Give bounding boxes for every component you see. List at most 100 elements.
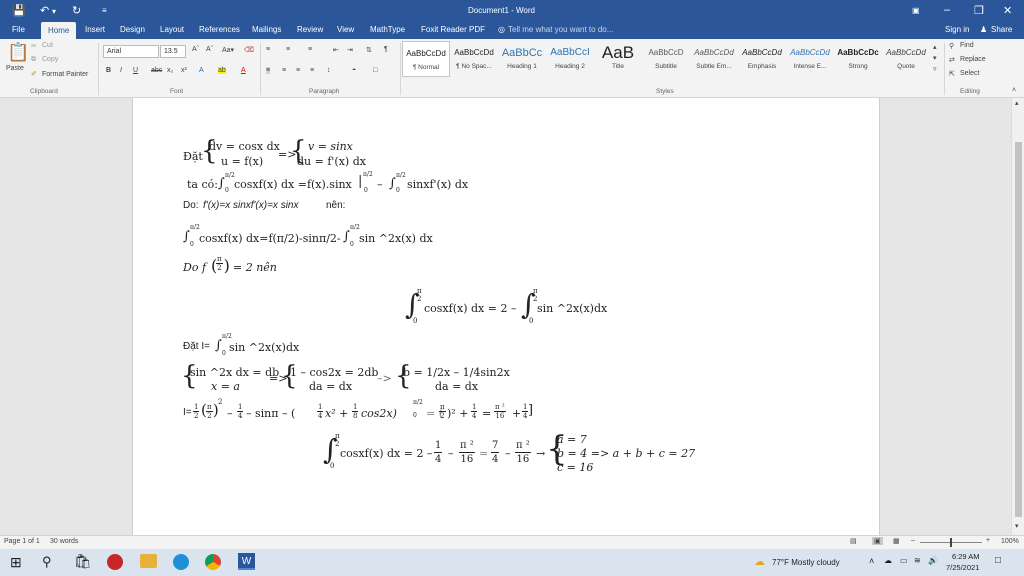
- style-quote[interactable]: AaBbCcDd Quote: [882, 41, 930, 77]
- undo-icon[interactable]: ↶: [40, 4, 49, 17]
- notification-icon[interactable]: □: [995, 555, 1001, 566]
- styles-scroll-down-icon[interactable]: ▾: [933, 54, 937, 62]
- undo-dropdown-icon[interactable]: ▾: [52, 7, 56, 16]
- select-button[interactable]: Select: [960, 70, 979, 77]
- collapse-ribbon-icon[interactable]: ˄: [1012, 87, 1016, 94]
- grow-font-icon[interactable]: Aˆ: [192, 46, 199, 53]
- style-subtle-emphasis[interactable]: AaBbCcDd Subtle Em...: [690, 41, 738, 77]
- share-button[interactable]: Share: [991, 25, 1012, 34]
- read-mode-icon[interactable]: ▤: [850, 537, 857, 545]
- tab-file[interactable]: File: [12, 25, 25, 34]
- borders-icon[interactable]: □: [373, 67, 377, 74]
- style-normal[interactable]: AaBbCcDd ¶ Normal: [402, 41, 450, 77]
- format-painter-button[interactable]: Format Painter: [42, 71, 88, 78]
- scroll-down-icon[interactable]: ▾: [1015, 522, 1019, 530]
- select-icon[interactable]: ⇱: [949, 70, 955, 78]
- find-icon[interactable]: ⚲: [949, 42, 954, 50]
- align-center-icon[interactable]: ≡: [282, 67, 286, 74]
- customize-quick-access-icon[interactable]: ≡: [102, 6, 107, 15]
- zoom-slider-thumb[interactable]: [950, 538, 952, 547]
- change-case-icon[interactable]: Aa▾: [222, 46, 234, 54]
- bullets-icon[interactable]: ≡: [266, 46, 270, 53]
- style-emphasis[interactable]: AaBbCcDd Emphasis: [738, 41, 786, 77]
- multilevel-list-icon[interactable]: ≡: [308, 46, 312, 53]
- zoom-out-icon[interactable]: –: [911, 537, 915, 544]
- decrease-indent-icon[interactable]: ⇤: [333, 46, 339, 54]
- print-layout-icon[interactable]: ▣: [872, 537, 883, 545]
- shrink-font-icon[interactable]: Aˇ: [206, 46, 213, 53]
- highlight-icon[interactable]: ab: [218, 67, 226, 74]
- italic-icon[interactable]: I: [120, 67, 122, 74]
- tab-layout[interactable]: Layout: [160, 25, 184, 34]
- tab-home[interactable]: Home: [41, 22, 77, 39]
- web-layout-icon[interactable]: ▦: [893, 537, 900, 545]
- volume-icon[interactable]: 🔊: [928, 556, 938, 565]
- store-icon[interactable]: 🛍: [74, 553, 92, 570]
- find-button[interactable]: Find: [960, 42, 974, 49]
- tab-review[interactable]: Review: [297, 25, 323, 34]
- cut-button[interactable]: Cut: [42, 42, 53, 49]
- document-page[interactable]: Đặt { dv = cosx dx u = f(x) => { v = sin…: [132, 98, 880, 535]
- replace-icon[interactable]: ⇄: [949, 56, 955, 64]
- clock-date[interactable]: 7/25/2021: [946, 563, 979, 572]
- vertical-scrollbar[interactable]: ▴ ▾: [1011, 98, 1024, 535]
- bold-icon[interactable]: B: [106, 67, 111, 74]
- save-icon[interactable]: 💾: [12, 4, 26, 17]
- show-formatting-icon[interactable]: ¶: [384, 46, 388, 53]
- styles-more-icon[interactable]: ▿: [933, 65, 937, 73]
- restore-button[interactable]: ❐: [974, 4, 984, 17]
- clear-formatting-icon[interactable]: ⌫: [244, 46, 254, 54]
- increase-indent-icon[interactable]: ⇥: [347, 46, 353, 54]
- scroll-up-icon[interactable]: ▴: [1015, 99, 1019, 107]
- numbering-icon[interactable]: ≡: [286, 46, 290, 53]
- wifi-icon[interactable]: ≋: [914, 556, 921, 565]
- style-strong[interactable]: AaBbCcDc Strong: [834, 41, 882, 77]
- style-no-spacing[interactable]: AaBbCcDd ¶ No Spac...: [450, 41, 498, 77]
- text-effects-icon[interactable]: A: [199, 67, 204, 74]
- share-icon[interactable]: ♟: [980, 25, 987, 34]
- style-intense-emphasis[interactable]: AaBbCcDd Intense E...: [786, 41, 834, 77]
- line-spacing-icon[interactable]: ↕: [327, 67, 331, 74]
- ribbon-display-options-icon[interactable]: ▣: [912, 6, 920, 15]
- font-color-icon[interactable]: A: [241, 67, 246, 74]
- style-title[interactable]: AaB Title: [594, 41, 642, 77]
- weather-text[interactable]: 77°F Mostly cloudy: [772, 558, 840, 567]
- tell-me-search[interactable]: Tell me what you want to do...: [508, 25, 613, 34]
- align-left-icon[interactable]: ≡: [266, 67, 271, 74]
- edge-icon[interactable]: [173, 554, 189, 570]
- redo-icon[interactable]: ↻: [72, 4, 81, 17]
- align-right-icon[interactable]: ≡: [296, 67, 300, 74]
- styles-scroll-up-icon[interactable]: ▴: [933, 43, 937, 51]
- sign-in-link[interactable]: Sign in: [945, 25, 969, 34]
- tab-mathtype[interactable]: MathType: [370, 25, 405, 34]
- font-name-box[interactable]: Arial: [103, 45, 159, 58]
- style-heading-2[interactable]: AaBbCcI Heading 2: [546, 41, 594, 77]
- cut-icon[interactable]: ✂: [31, 42, 37, 50]
- underline-icon[interactable]: U: [133, 67, 138, 74]
- word-count[interactable]: 30 words: [50, 538, 78, 545]
- close-button[interactable]: ✕: [1003, 4, 1012, 17]
- strikethrough-icon[interactable]: abc: [151, 67, 162, 74]
- superscript-icon[interactable]: x²: [181, 67, 187, 74]
- onedrive-icon[interactable]: ☁: [884, 556, 892, 565]
- show-hidden-icons[interactable]: ˄: [869, 556, 874, 566]
- page-count[interactable]: Page 1 of 1: [4, 538, 40, 545]
- shading-icon[interactable]: ◓: [352, 67, 356, 74]
- tab-view[interactable]: View: [337, 25, 354, 34]
- word-icon[interactable]: W: [238, 553, 255, 570]
- app-red-icon[interactable]: [107, 554, 123, 570]
- paste-button[interactable]: Paste: [6, 65, 24, 72]
- zoom-in-icon[interactable]: +: [986, 537, 990, 544]
- justify-icon[interactable]: ≡: [310, 67, 314, 74]
- minimize-button[interactable]: –: [944, 4, 950, 16]
- tab-design[interactable]: Design: [120, 25, 145, 34]
- subscript-icon[interactable]: x₂: [167, 67, 173, 74]
- zoom-level[interactable]: 100%: [1001, 538, 1019, 545]
- tab-insert[interactable]: Insert: [85, 25, 105, 34]
- file-explorer-icon[interactable]: [140, 554, 157, 568]
- sort-icon[interactable]: ⇅: [366, 46, 372, 54]
- clock-time[interactable]: 6:29 AM: [952, 552, 980, 561]
- style-subtitle[interactable]: AaBbCcD Subtitle: [642, 41, 690, 77]
- tab-foxit-reader-pdf[interactable]: Foxit Reader PDF: [421, 25, 485, 34]
- chrome-icon[interactable]: [205, 554, 221, 570]
